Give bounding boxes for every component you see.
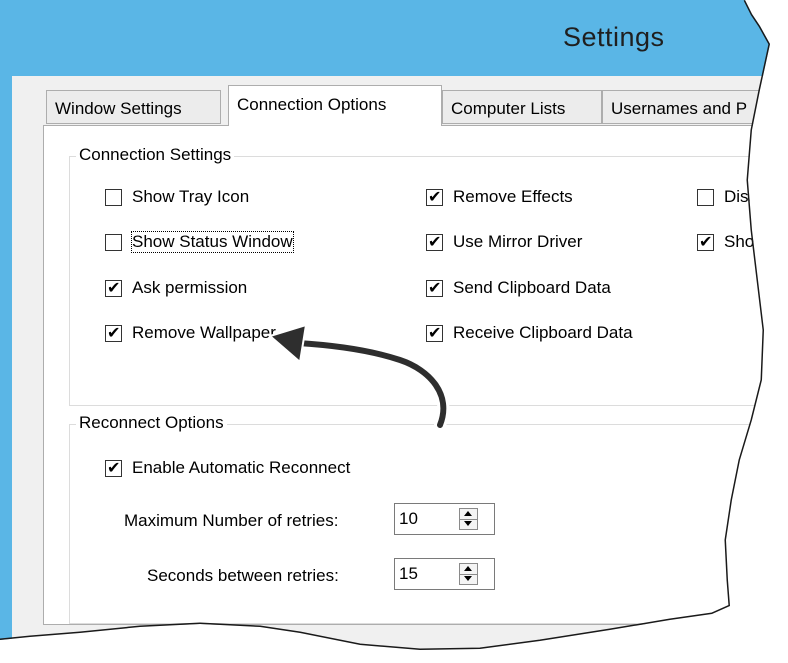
settings-window: Settings Window Settings Connection Opti… xyxy=(0,0,770,650)
annotation-arrow-icon xyxy=(267,323,450,431)
